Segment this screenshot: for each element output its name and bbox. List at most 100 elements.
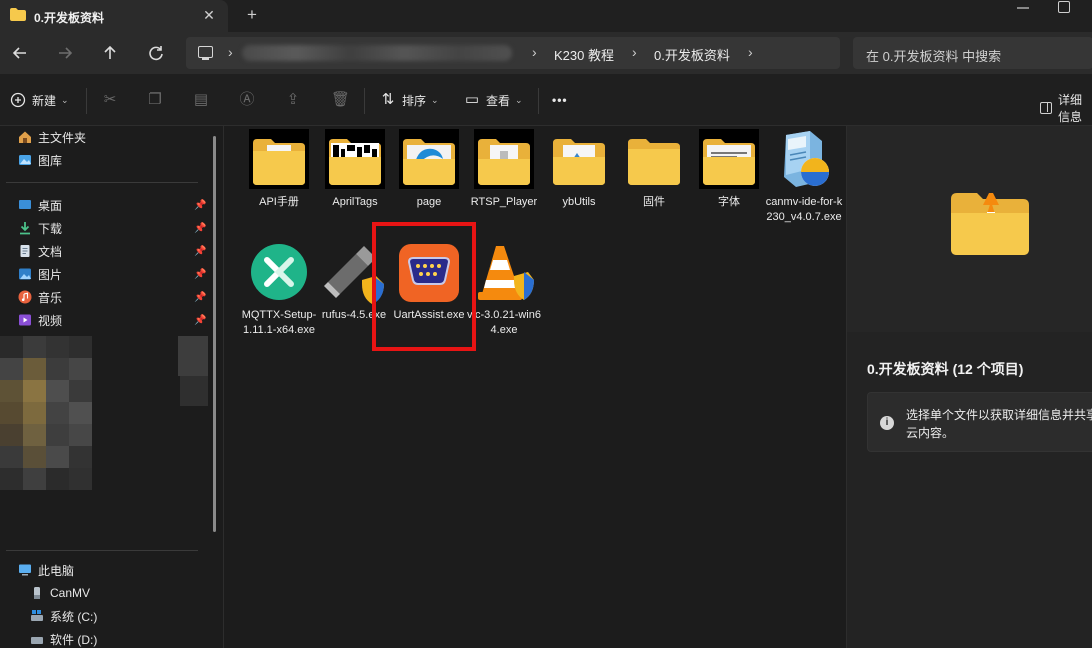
up-icon[interactable] bbox=[99, 42, 121, 64]
back-icon[interactable] bbox=[9, 42, 31, 64]
sidebar-item-label: CanMV bbox=[50, 586, 91, 600]
new-label: 新建 bbox=[32, 93, 57, 108]
trash-icon: 🗑 bbox=[331, 91, 351, 108]
pin-icon[interactable]: 📌 bbox=[194, 315, 206, 327]
installer-icon bbox=[784, 131, 829, 187]
delete-button[interactable]: 🗑 bbox=[331, 90, 353, 110]
sidebar-item-documents[interactable]: 文档 bbox=[18, 241, 62, 261]
share-button[interactable]: ⇪ bbox=[285, 90, 307, 110]
pin-icon[interactable]: 📌 bbox=[194, 246, 206, 258]
sidebar-item-music[interactable]: 音乐 bbox=[18, 287, 62, 307]
divider bbox=[86, 88, 87, 114]
gallery-icon bbox=[19, 155, 31, 165]
breadcrumb-k230[interactable]: K230 教程 bbox=[554, 45, 614, 64]
tab-title: 0.开发板资料 bbox=[34, 11, 105, 25]
copy-button[interactable]: ❐ bbox=[147, 90, 169, 110]
selection-title: 0.开发板资料 (12 个项目) bbox=[867, 361, 1024, 377]
search-input[interactable]: 在 0.开发板资料 中搜索 bbox=[853, 37, 1092, 69]
sidebar-item-this-pc[interactable]: 此电脑 bbox=[18, 560, 74, 580]
chevron-right-icon[interactable]: › bbox=[228, 44, 233, 60]
sidebar-scrollbar[interactable] bbox=[213, 136, 216, 532]
folder-icon bbox=[628, 139, 680, 185]
file-name: AprilTags bbox=[332, 196, 378, 208]
sidebar-item-label: 主文件夹 bbox=[38, 130, 87, 145]
sidebar-item-label: 文档 bbox=[38, 244, 63, 259]
sidebar-item-downloads[interactable]: 下载 bbox=[18, 218, 62, 238]
new-tab-button[interactable]: + bbox=[243, 6, 261, 24]
sidebar-item-canmv[interactable]: CanMV bbox=[30, 583, 90, 603]
paste-icon: ▤ bbox=[193, 91, 209, 108]
tab-close-icon[interactable]: ✕ bbox=[200, 6, 218, 24]
folder-icon bbox=[699, 129, 759, 189]
pin-icon[interactable]: 📌 bbox=[194, 223, 206, 235]
folder-icon bbox=[325, 129, 385, 189]
minimize-icon[interactable] bbox=[1015, 2, 1031, 14]
refresh-icon[interactable] bbox=[145, 42, 167, 64]
details-pane: 0.开发板资料 (12 个项目) i 选择单个文件以获取详细信息并共享云内容。 bbox=[846, 126, 1092, 648]
download-icon bbox=[20, 222, 30, 235]
details-pane-icon bbox=[1040, 102, 1052, 114]
file-name: API手册 bbox=[259, 196, 299, 208]
chevron-right-icon[interactable]: › bbox=[632, 44, 637, 60]
view-button[interactable]: ▭ 查看 ⌄ bbox=[464, 90, 523, 110]
sort-button[interactable]: ⇅ 排序 ⌄ bbox=[380, 90, 439, 110]
sidebar-item-label: 桌面 bbox=[38, 198, 63, 213]
desktop-icon bbox=[19, 200, 31, 209]
address-bar[interactable]: › › K230 教程 › 0.开发板资料 › bbox=[186, 37, 840, 69]
sidebar-item-desktop[interactable]: 桌面 bbox=[18, 195, 62, 215]
preview-area bbox=[847, 126, 1092, 332]
maximize-icon[interactable] bbox=[1058, 1, 1070, 13]
command-bar: 新建 ⌄ ✂ ❐ ▤ Ⓐ ⇪ 🗑 ⇅ 排序 ⌄ ▭ 查看 ⌄ ••• 详细信息 bbox=[0, 74, 1092, 126]
vlc-icon bbox=[478, 246, 534, 300]
sort-label: 排序 bbox=[402, 93, 427, 108]
new-button[interactable]: 新建 ⌄ bbox=[10, 90, 69, 110]
file-name: vlc-3.0.21-win64.exe bbox=[467, 309, 541, 336]
breadcrumb-current[interactable]: 0.开发板资料 bbox=[654, 45, 730, 64]
sidebar-item-label: 音乐 bbox=[38, 290, 63, 305]
sidebar-item-label: 图库 bbox=[38, 153, 63, 168]
divider bbox=[6, 550, 198, 551]
rename-icon: Ⓐ bbox=[239, 91, 255, 108]
videos-icon bbox=[19, 314, 31, 326]
pin-icon[interactable]: 📌 bbox=[194, 292, 206, 304]
folder-icon bbox=[10, 8, 26, 21]
pictures-icon bbox=[19, 268, 31, 280]
search-placeholder: 在 0.开发板资料 中搜索 bbox=[866, 49, 1002, 64]
tab-active[interactable]: 0.开发板资料 ✕ bbox=[0, 0, 228, 32]
sidebar-item-videos[interactable]: 视频 bbox=[18, 310, 62, 330]
sidebar-item-pictures[interactable]: 图片 bbox=[18, 264, 62, 284]
forward-icon[interactable] bbox=[54, 42, 76, 64]
view-icon: ▭ bbox=[464, 91, 480, 108]
usb-drive-icon bbox=[34, 587, 40, 599]
home-icon bbox=[19, 131, 31, 143]
divider bbox=[538, 88, 539, 114]
pin-icon[interactable]: 📌 bbox=[194, 269, 206, 281]
details-button[interactable]: 详细信息 bbox=[1040, 91, 1092, 125]
sidebar-item-label: 软件 (D:) bbox=[50, 632, 98, 647]
info-box: i 选择单个文件以获取详细信息并共享云内容。 bbox=[867, 392, 1092, 452]
details-label: 详细信息 bbox=[1057, 93, 1082, 124]
chevron-right-icon[interactable]: › bbox=[748, 44, 753, 60]
sidebar-item-home[interactable]: 主文件夹 bbox=[18, 127, 86, 147]
rename-button[interactable]: Ⓐ bbox=[239, 90, 261, 110]
folder-icon bbox=[249, 129, 309, 189]
documents-icon bbox=[20, 245, 30, 257]
view-label: 查看 bbox=[486, 93, 511, 108]
sidebar-item-gallery[interactable]: 图库 bbox=[18, 150, 62, 170]
file-name: canmv-ide-for-k230_v4.0.7.exe bbox=[765, 196, 843, 223]
cut-button[interactable]: ✂ bbox=[102, 90, 124, 110]
file-name: 字体 bbox=[718, 196, 740, 208]
copy-icon: ❐ bbox=[148, 91, 162, 108]
pc-icon bbox=[19, 564, 31, 576]
more-button[interactable]: ••• bbox=[552, 90, 568, 110]
drive-icon bbox=[31, 637, 43, 644]
pin-icon[interactable]: 📌 bbox=[194, 200, 206, 212]
chevron-right-icon[interactable]: › bbox=[532, 44, 537, 60]
sidebar-item-software-d[interactable]: 软件 (D:) bbox=[30, 629, 97, 648]
paste-button[interactable]: ▤ bbox=[193, 90, 215, 110]
highlight-box bbox=[372, 222, 476, 351]
sidebar-item-label: 视频 bbox=[38, 313, 63, 328]
chevron-down-icon: ⌄ bbox=[431, 94, 439, 105]
sidebar-item-system-c[interactable]: 系统 (C:) bbox=[30, 606, 97, 626]
divider bbox=[364, 88, 365, 114]
